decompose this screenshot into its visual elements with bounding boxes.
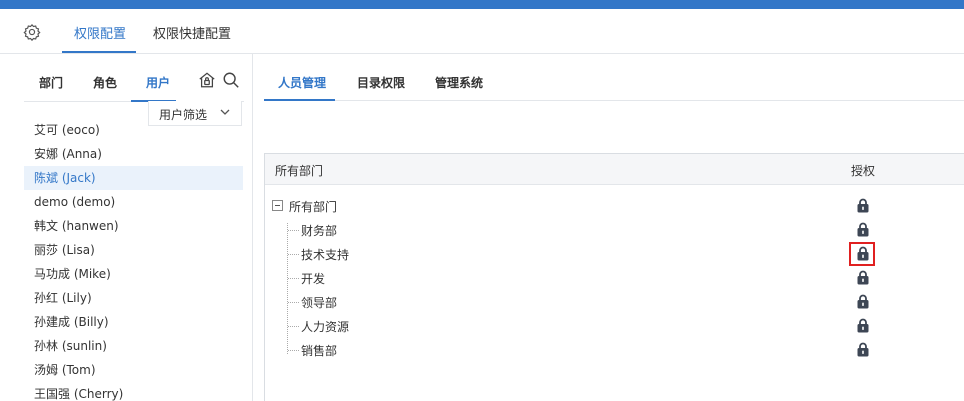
- panel-header: 所有部门 授权: [265, 154, 964, 185]
- tree-row: 技术支持: [265, 242, 964, 266]
- tree-branch-line: [288, 254, 299, 255]
- right-tabs: 人员管理 目录权限 管理系统: [264, 54, 964, 101]
- tab-role[interactable]: 角色: [93, 74, 117, 91]
- tree-branch-line: [288, 302, 299, 303]
- user-filter-label: 用户筛选: [159, 108, 208, 122]
- column-header-department: 所有部门: [275, 164, 324, 178]
- user-item[interactable]: 丽莎 (Lisa): [24, 238, 243, 262]
- tab-directory-permission[interactable]: 目录权限: [357, 74, 405, 91]
- left-tabs: 部门 角色 用户: [24, 54, 244, 102]
- chevron-down-icon: [220, 109, 230, 115]
- tree-branch-line: [288, 326, 299, 327]
- tree-branch-line: [288, 278, 299, 279]
- tree-row: 财务部: [265, 218, 964, 242]
- tab-user[interactable]: 用户: [146, 74, 170, 91]
- user-item[interactable]: 王国强 (Cherry): [24, 382, 243, 401]
- lock-icon[interactable]: [857, 270, 869, 285]
- lock-icon[interactable]: [857, 342, 869, 357]
- lock-icon[interactable]: [857, 246, 869, 261]
- tree-row: 销售部: [265, 338, 964, 362]
- tree-row: 开发: [265, 266, 964, 290]
- user-item[interactable]: 马功成 (Mike): [24, 262, 243, 286]
- user-list: 艾可 (eoco) 安娜 (Anna) 陈斌 (Jack) demo (demo…: [24, 118, 243, 401]
- tab-permission-config[interactable]: 权限配置: [74, 23, 126, 42]
- tree-label-department[interactable]: 开发: [301, 270, 325, 287]
- tree-label-root[interactable]: 所有部门: [289, 198, 337, 215]
- user-item[interactable]: 孙林 (sunlin): [24, 334, 243, 358]
- user-item[interactable]: 孙红 (Lily): [24, 286, 243, 310]
- tree-branch-line: [288, 350, 299, 351]
- gear-icon[interactable]: [23, 23, 41, 41]
- left-pane: 部门 角色 用户 艾可 (eoco) 安娜 (Anna) 陈斌 (Jack) d…: [0, 54, 253, 401]
- header-bar: 权限配置 权限快捷配置: [0, 9, 964, 54]
- lock-house-icon[interactable]: [198, 71, 216, 89]
- tree-label-department[interactable]: 技术支持: [301, 246, 349, 263]
- user-filter-dropdown[interactable]: 用户筛选: [148, 101, 242, 126]
- tree-label-department[interactable]: 人力资源: [301, 318, 349, 335]
- user-item-selected[interactable]: 陈斌 (Jack): [24, 166, 243, 190]
- tree-row: 领导部: [265, 290, 964, 314]
- active-tab-indicator: [264, 99, 335, 101]
- window-top-bar: [0, 0, 964, 9]
- tab-department[interactable]: 部门: [39, 74, 63, 91]
- right-pane: 人员管理 目录权限 管理系统 所有部门 授权 所有部门 财务部 技术支持 开发 …: [254, 54, 964, 401]
- user-item[interactable]: 韩文 (hanwen): [24, 214, 243, 238]
- tree-label-department[interactable]: 财务部: [301, 222, 337, 239]
- tab-permission-quick-config[interactable]: 权限快捷配置: [153, 23, 231, 42]
- collapse-icon[interactable]: [272, 200, 283, 211]
- permission-panel: 所有部门 授权 所有部门 财务部 技术支持 开发 领导部 人力资源 销售部: [264, 153, 964, 401]
- user-item[interactable]: demo (demo): [24, 190, 243, 214]
- tree-label-department[interactable]: 销售部: [301, 342, 337, 359]
- lock-icon[interactable]: [857, 318, 869, 333]
- tree-row: 人力资源: [265, 314, 964, 338]
- user-item[interactable]: 孙建成 (Billy): [24, 310, 243, 334]
- tab-personnel-management[interactable]: 人员管理: [278, 74, 326, 91]
- lock-icon[interactable]: [857, 198, 869, 213]
- search-icon[interactable]: [222, 71, 240, 89]
- tab-management-system[interactable]: 管理系统: [435, 74, 483, 91]
- lock-icon[interactable]: [857, 294, 869, 309]
- lock-icon[interactable]: [857, 222, 869, 237]
- tree-label-department[interactable]: 领导部: [301, 294, 337, 311]
- user-item[interactable]: 安娜 (Anna): [24, 142, 243, 166]
- active-tab-indicator: [62, 51, 136, 53]
- column-header-authorization: 授权: [851, 164, 876, 178]
- tree-branch-line: [288, 230, 299, 231]
- tree-row-root: 所有部门: [265, 194, 964, 218]
- user-item[interactable]: 汤姆 (Tom): [24, 358, 243, 382]
